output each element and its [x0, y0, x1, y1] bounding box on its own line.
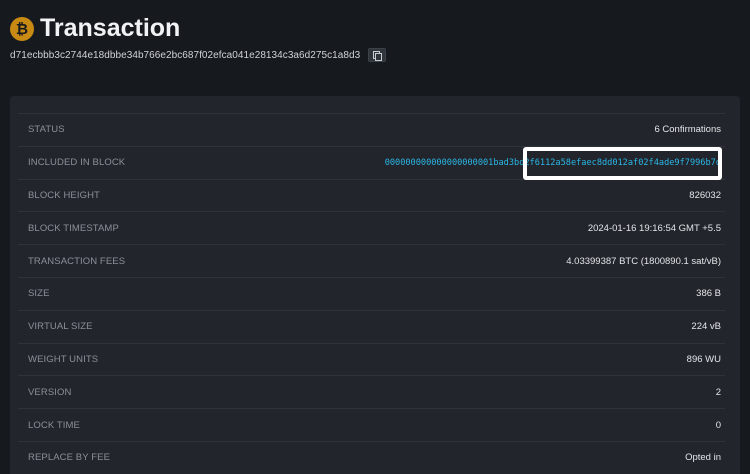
detail-row-weight-units: WEIGHT UNITS 896 WU	[18, 342, 725, 376]
detail-label: VERSION	[28, 386, 72, 398]
detail-row-transaction-fees: TRANSACTION FEES 4.03399387 BTC (1800890…	[18, 244, 725, 277]
transaction-id: d71ecbbb3c2744e18dbbe34b766e2bc687f02efc…	[10, 49, 361, 61]
detail-label: VIRTUAL SIZE	[28, 321, 93, 333]
detail-label: BLOCK TIMESTAMP	[28, 222, 119, 234]
detail-label: WEIGHT UNITS	[28, 353, 99, 365]
version-value: 2	[715, 386, 721, 398]
page-title: Transaction	[40, 14, 181, 42]
transaction-fees-value: 4.03399387 BTC (1800890.1 sat/vB)	[566, 255, 721, 267]
size-value: 386 B	[696, 288, 721, 300]
copy-icon	[373, 50, 383, 61]
replace-by-fee-value: Opted in	[685, 452, 721, 464]
detail-row-block-timestamp: BLOCK TIMESTAMP 2024-01-16 19:16:54 GMT …	[18, 211, 725, 244]
weight-units-value: 896 WU	[686, 353, 721, 365]
detail-row-replace-by-fee: REPLACE BY FEE Opted in	[18, 440, 725, 474]
detail-label: LOCK TIME	[28, 419, 80, 431]
detail-row-included-in-block: INCLUDED IN BLOCK 000000000000000000001b…	[18, 145, 725, 179]
page-header: ₿ Transaction	[10, 14, 180, 43]
detail-row-status: STATUS 6 Confirmations	[18, 113, 725, 146]
detail-row-block-height: BLOCK HEIGHT 826032	[18, 178, 725, 212]
detail-label: TRANSACTION FEES	[28, 255, 126, 267]
transaction-details-panel: STATUS 6 Confirmations INCLUDED IN BLOCK…	[10, 96, 740, 474]
copy-txid-button[interactable]	[368, 48, 387, 62]
txid-row: d71ecbbb3c2744e18dbbe34b766e2bc687f02efc…	[10, 48, 387, 62]
status-value: 6 Confirmations	[654, 124, 721, 136]
detail-label: BLOCK HEIGHT	[28, 189, 100, 201]
detail-row-size: SIZE 386 B	[18, 276, 725, 310]
detail-row-virtual-size: VIRTUAL SIZE 224 vB	[18, 309, 725, 343]
detail-label: STATUS	[28, 124, 65, 136]
detail-row-version: VERSION 2	[18, 375, 725, 408]
bitcoin-icon: ₿	[10, 16, 34, 41]
lock-time-value: 0	[715, 419, 721, 431]
detail-label: INCLUDED IN BLOCK	[28, 157, 126, 169]
detail-row-lock-time: LOCK TIME 0	[18, 408, 725, 441]
detail-label: SIZE	[28, 288, 50, 300]
detail-label: REPLACE BY FEE	[28, 452, 111, 464]
block-hash-link[interactable]: 000000000000000000001bad3bd2f6112a58efae…	[385, 158, 721, 168]
block-timestamp-value: 2024-01-16 19:16:54 GMT +5.5	[587, 222, 721, 234]
block-height-value: 826032	[689, 189, 721, 201]
virtual-size-value: 224 vB	[691, 321, 721, 333]
